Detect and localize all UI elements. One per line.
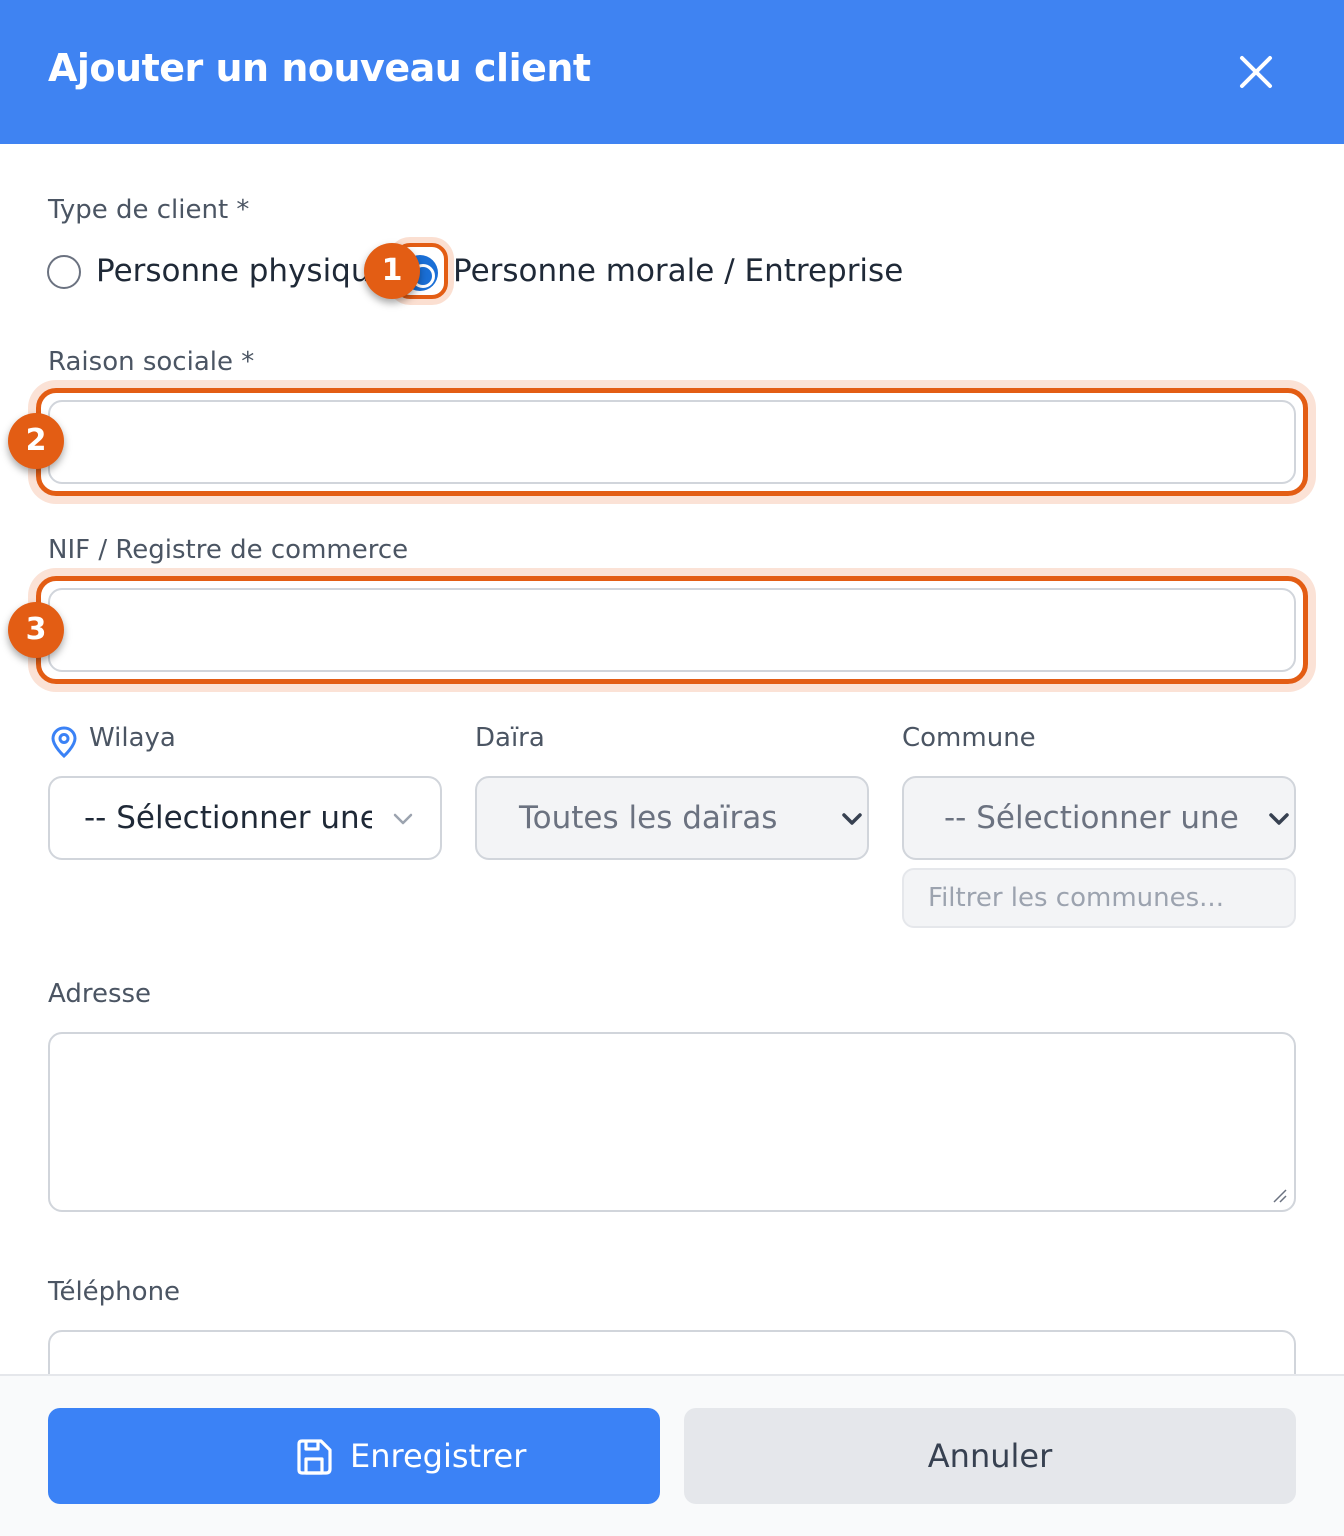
commune-filter-input[interactable]: Filtrer les communes... xyxy=(902,868,1296,928)
commune-label: Commune xyxy=(902,723,1036,753)
chevron-down-icon xyxy=(842,813,862,825)
highlight-ring-raison-sociale xyxy=(36,388,1308,496)
daira-select[interactable]: Toutes les daïras xyxy=(475,776,869,860)
cancel-button[interactable]: Annuler xyxy=(684,1408,1296,1504)
annotation-badge-1: 1 xyxy=(364,243,420,299)
adresse-label: Adresse xyxy=(48,979,152,1009)
commune-select-value: -- Sélectionner une xyxy=(944,800,1239,836)
map-pin-icon xyxy=(51,726,77,758)
close-icon xyxy=(1240,56,1272,88)
annotation-badge-3: 3 xyxy=(8,602,64,658)
modal-header: Ajouter un nouveau client xyxy=(0,0,1344,144)
modal-title: Ajouter un nouveau client xyxy=(48,46,591,90)
commune-select[interactable]: -- Sélectionner une xyxy=(902,776,1296,860)
radio-label-personne-physique[interactable]: Personne physique xyxy=(96,253,390,289)
annotation-badge-2: 2 xyxy=(8,413,64,469)
telephone-label: Téléphone xyxy=(48,1277,181,1307)
chevron-down-icon xyxy=(393,813,413,825)
daira-select-value: Toutes les daïras xyxy=(519,800,778,836)
wilaya-select-value: -- Sélectionner une xyxy=(84,800,372,836)
chevron-down-icon xyxy=(1269,813,1289,825)
commune-filter-placeholder: Filtrer les communes... xyxy=(928,883,1224,913)
save-button-label: Enregistrer xyxy=(350,1437,527,1475)
floppy-disk-icon xyxy=(297,1439,332,1475)
resize-handle-icon[interactable] xyxy=(1270,1186,1288,1204)
radio-label-personne-morale[interactable]: Personne morale / Entreprise xyxy=(453,253,903,289)
highlight-ring-nif xyxy=(36,576,1308,684)
close-button[interactable] xyxy=(1232,48,1280,96)
wilaya-label: Wilaya xyxy=(89,723,176,753)
adresse-textarea[interactable] xyxy=(48,1032,1296,1212)
cancel-button-label: Annuler xyxy=(927,1437,1053,1475)
nif-label: NIF / Registre de commerce xyxy=(48,535,409,565)
daira-label: Daïra xyxy=(475,723,545,753)
raison-sociale-label: Raison sociale * xyxy=(48,347,255,377)
client-type-label: Type de client * xyxy=(48,195,250,225)
save-button[interactable]: Enregistrer xyxy=(48,1408,660,1504)
wilaya-select[interactable]: -- Sélectionner une xyxy=(48,776,442,860)
radio-personne-physique[interactable] xyxy=(47,255,81,289)
